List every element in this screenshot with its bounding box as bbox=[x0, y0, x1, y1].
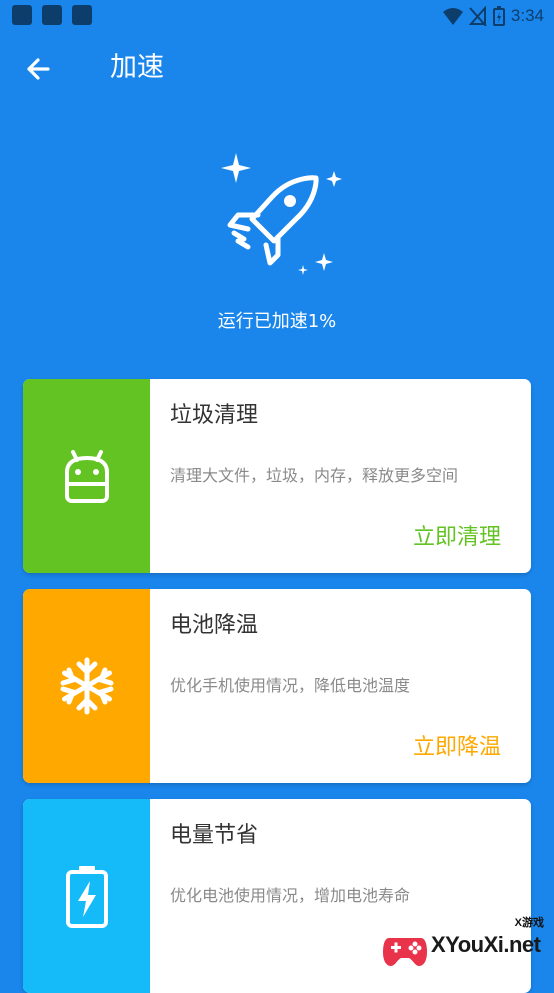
card-title: 电池降温 bbox=[170, 613, 259, 638]
acceleration-status: 运行已加速1% bbox=[217, 311, 337, 332]
battery-cooling-card[interactable]: 电池降温 优化手机使用情况，降低电池温度 立即降温 bbox=[23, 589, 531, 783]
watermark-brand: XYouXi.net bbox=[431, 932, 541, 957]
android-robot-icon bbox=[64, 450, 109, 503]
card-icon-panel bbox=[23, 589, 150, 783]
card-icon-panel bbox=[23, 799, 150, 993]
card-description: 清理大文件，垃圾，内存，释放更多空间 bbox=[170, 466, 459, 485]
clock: 3:34 bbox=[510, 6, 544, 25]
card-title: 电量节省 bbox=[170, 823, 259, 848]
page-title: 加速 bbox=[110, 52, 164, 83]
junk-clean-card[interactable]: 垃圾清理 清理大文件，垃圾，内存，释放更多空间 立即清理 bbox=[23, 379, 531, 573]
notification-icon bbox=[12, 5, 32, 25]
watermark-tag: X游戏 bbox=[514, 917, 544, 929]
card-icon-panel bbox=[23, 379, 150, 573]
card-title: 垃圾清理 bbox=[170, 403, 259, 428]
card-description: 优化手机使用情况，降低电池温度 bbox=[170, 676, 411, 695]
notification-icon bbox=[72, 5, 92, 25]
snowflake-icon bbox=[60, 657, 113, 715]
status-bar: 3:34 bbox=[0, 0, 554, 32]
battery-icon bbox=[492, 6, 505, 26]
battery-charging-icon bbox=[65, 866, 108, 928]
gamepad-logo-icon bbox=[383, 938, 427, 966]
no-signal-icon bbox=[468, 6, 487, 26]
top-app-bar: 加速 bbox=[0, 32, 554, 104]
rocket-icon bbox=[221, 153, 342, 275]
back-arrow-icon[interactable] bbox=[20, 50, 58, 88]
watermark-logo: X游戏 XYouXi.net bbox=[381, 914, 546, 976]
wifi-icon bbox=[442, 8, 463, 25]
card-description: 优化电池使用情况，增加电池寿命 bbox=[170, 886, 411, 905]
clean-now-button[interactable]: 立即清理 bbox=[413, 523, 501, 553]
cool-now-button[interactable]: 立即降温 bbox=[413, 733, 501, 763]
notification-icon bbox=[42, 5, 62, 25]
